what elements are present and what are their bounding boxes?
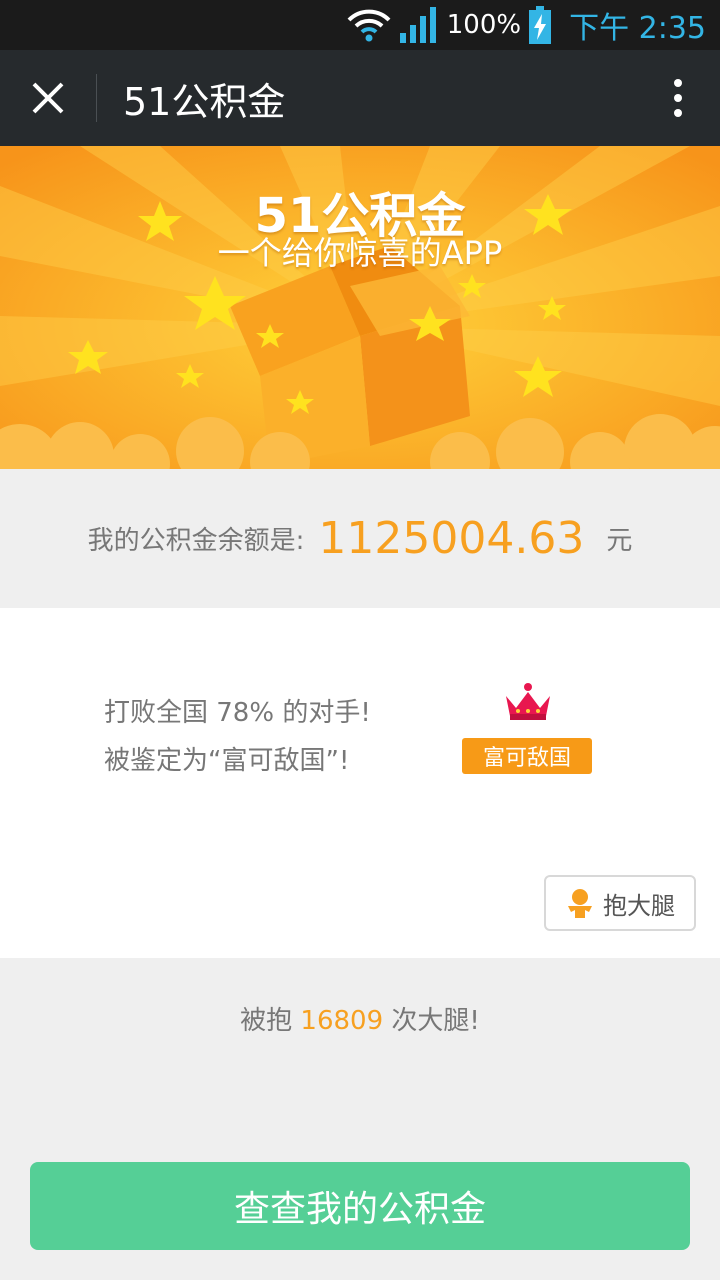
balance-amount: 1125004.63 [318,513,585,564]
hug-button-label: 抱大腿 [603,891,675,920]
rank-badge: 富可敌国 [462,738,592,774]
hug-count-text: 被抱 16809 次大腿! [0,1000,720,1037]
balance-section: 我的公积金余额是: 1125004.63 元 [0,469,720,608]
more-vertical-icon [674,79,682,117]
title-bar: 51公积金 [0,50,720,146]
balance-label: 我的公积金余额是: [87,526,305,556]
close-icon [32,82,64,114]
person-icon [568,889,592,918]
promo-banner: 51公积金 一个给你惊喜的APP [0,146,720,469]
close-button[interactable] [0,50,96,146]
balance-unit: 元 [606,526,633,556]
rank-card: 打败全国 78% 的对手! 被鉴定为“富可敌国”! 富可敌国 抱大腿 [0,608,720,958]
status-time: 下午 2:35 [569,11,706,46]
battery-percent: 100% [446,10,522,40]
title-divider [96,74,97,122]
hug-count-number: 16809 [300,1006,384,1036]
signal-icon [399,7,436,43]
hug-count-suffix: 次大腿! [391,1006,480,1036]
page-title: 51公积金 [123,79,286,124]
hug-button[interactable]: 抱大腿 [544,875,696,931]
rank-title-text: 被鉴定为“富可敌国”! [104,746,350,776]
more-menu-button[interactable] [636,50,720,146]
battery-charging-icon [529,6,552,44]
rank-percent-text: 打败全国 78% 的对手! [104,698,371,728]
banner-subtitle: 一个给你惊喜的APP [217,234,503,272]
hug-count-prefix: 被抱 [240,1006,293,1036]
wifi-icon [347,9,391,42]
status-bar: 100% 下午 2:35 [0,0,720,50]
check-fund-button[interactable]: 查查我的公积金 [30,1162,690,1250]
crown-icon [506,683,550,720]
